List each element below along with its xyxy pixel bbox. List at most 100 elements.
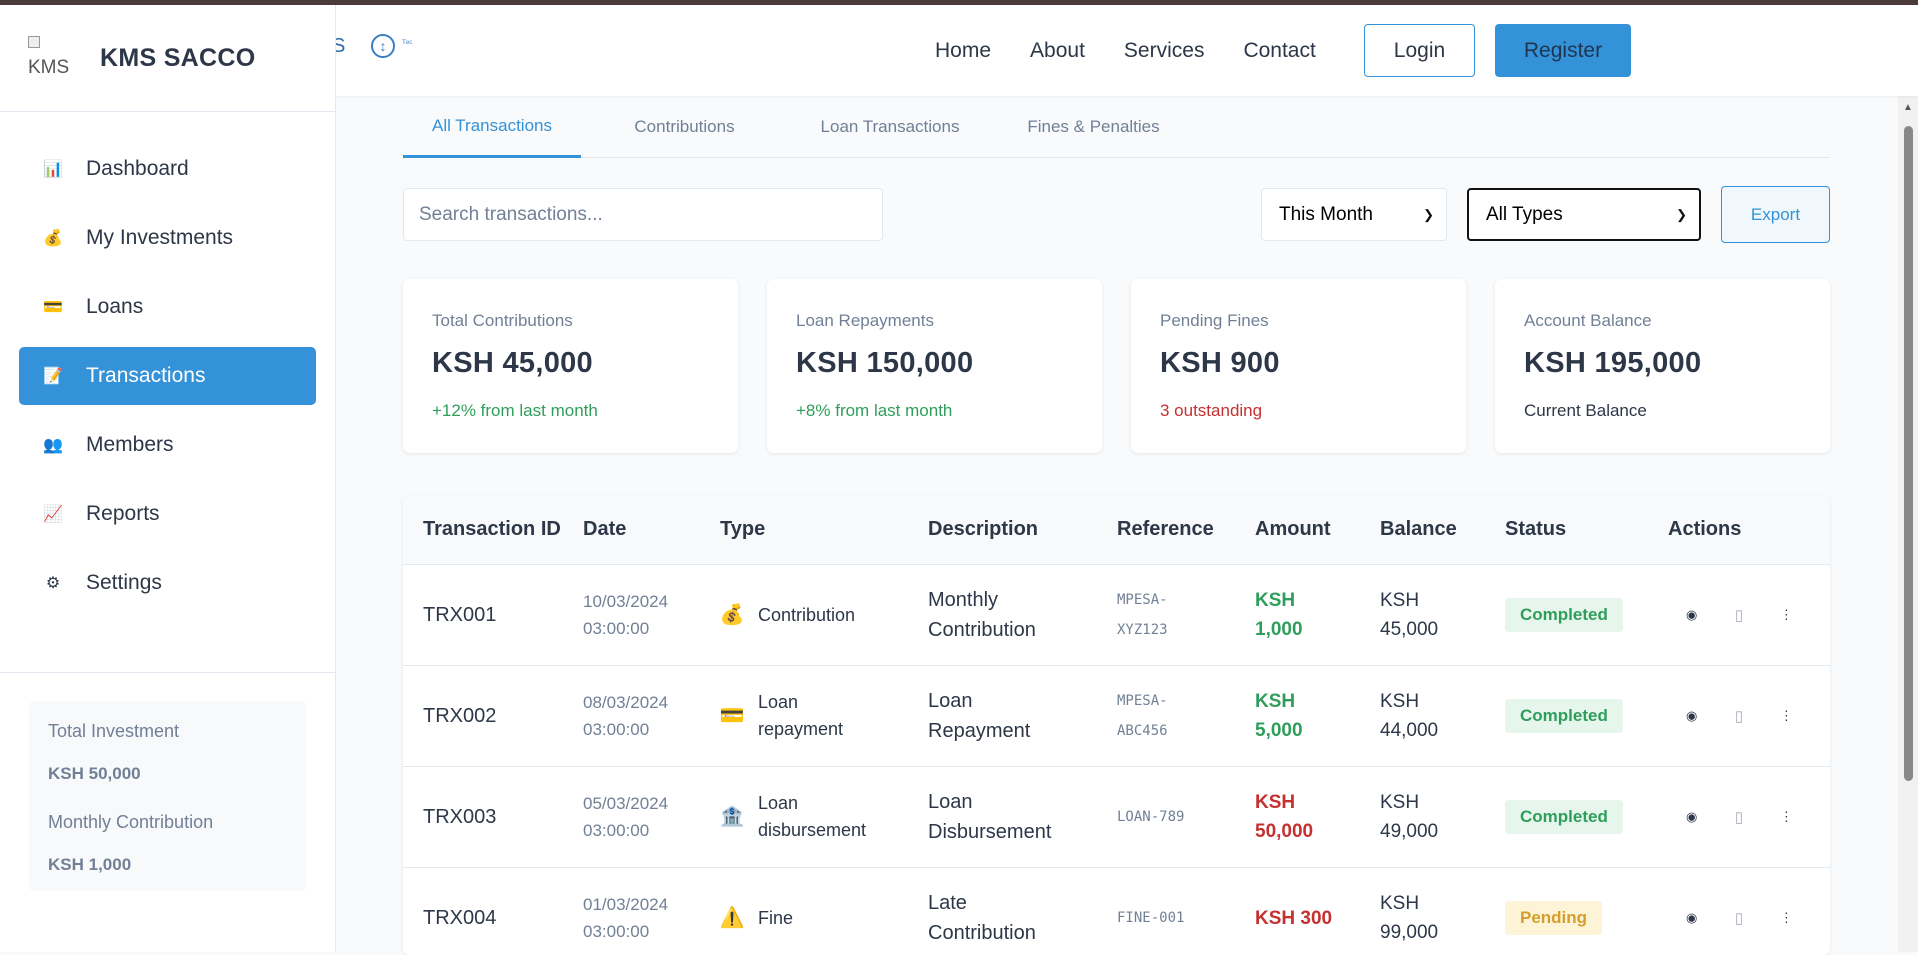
status-badge: Pending [1505, 901, 1603, 935]
table-row: TRX004 01/03/2024 03:00:00 ⚠️ Fine Late Contri… [403, 868, 1830, 955]
total-investment-value: KSH 50,000 [48, 764, 141, 783]
transaction-amount-line: 1,000 [1255, 619, 1303, 640]
transaction-type-label-line: Loan [758, 793, 799, 813]
nav-services[interactable]: Services [1124, 39, 1205, 63]
transaction-reference-line: ABC456 [1117, 723, 1168, 739]
transaction-description: Loan Repayment [928, 686, 1117, 746]
transaction-amount-line: 5,000 [1255, 720, 1303, 741]
sidebar-item-reports[interactable]: 📈 Reports [19, 485, 316, 543]
transaction-id: TRX004 [423, 906, 497, 929]
register-button[interactable]: Register [1495, 24, 1631, 77]
table-header: Transaction ID Date Type Description Ref… [403, 495, 1830, 565]
credit-card-icon: 💳 [43, 299, 63, 316]
row-actions: ◉ ▯ ⋮ [1668, 606, 1810, 624]
sidebar-item-label: Reports [86, 502, 160, 525]
top-header: S ↕ ᵀᵉᶜ Home About Services Contact Logi… [332, 5, 1918, 96]
sidebar-item-my-investments[interactable]: 💰 My Investments [19, 209, 316, 267]
transaction-reference-line: LOAN-789 [1117, 809, 1185, 825]
document-icon[interactable]: ▯ [1715, 909, 1762, 927]
sidebar-item-members[interactable]: 👥 Members [19, 416, 316, 474]
column-header: Actions [1668, 518, 1742, 540]
transaction-balance: KSH 49,000 [1380, 788, 1505, 846]
table-body: TRX001 10/03/2024 03:00:00 💰 Contribution Mon… [403, 565, 1830, 955]
stat-card-label: Loan Repayments [796, 311, 934, 330]
eye-icon[interactable]: ◉ [1668, 809, 1715, 825]
stat-card-value: KSH 45,000 [432, 347, 593, 379]
nav-contact[interactable]: Contact [1243, 39, 1315, 63]
type-select[interactable]: All Types ❯ [1467, 188, 1701, 241]
sidebar-item-label: Members [86, 433, 174, 456]
bank-icon: 🏦 [719, 805, 745, 828]
trend-chart-icon: 📈 [43, 506, 63, 523]
transaction-reference: FINE-001 [1117, 903, 1255, 933]
transaction-type-label-line: Loan [758, 692, 799, 712]
transaction-date: 05/03/2024 03:00:00 [583, 790, 720, 844]
stat-card-value: KSH 150,000 [796, 347, 974, 379]
transaction-balance-line: KSH [1380, 792, 1420, 813]
stat-card-value: KSH 900 [1160, 347, 1280, 379]
eye-icon[interactable]: ◉ [1668, 910, 1715, 926]
type-select-value: All Types [1486, 203, 1563, 225]
sidebar-item-transactions[interactable]: 📝 Transactions [19, 347, 316, 405]
transaction-description-line: Repayment [928, 720, 1031, 742]
transaction-type-label: Fine [758, 905, 793, 932]
transaction-amount-line: KSH [1255, 792, 1296, 813]
sidebar-item-label: My Investments [86, 226, 234, 249]
transaction-date-line: 05/03/2024 [583, 794, 669, 813]
transaction-reference-line: MPESA- [1117, 592, 1168, 608]
eye-icon[interactable]: ◉ [1668, 607, 1715, 623]
tab-loan-transactions[interactable]: Loan Transactions [788, 96, 992, 158]
more-icon[interactable]: ⋮ [1763, 809, 1810, 825]
sidebar-item-label: Transactions [86, 364, 206, 387]
login-button[interactable]: Login [1364, 24, 1475, 77]
tab-fines-penalties[interactable]: Fines & Penalties [992, 96, 1195, 158]
transaction-date-line: 03:00:00 [583, 922, 650, 941]
document-icon[interactable]: ▯ [1715, 606, 1762, 624]
export-button[interactable]: Export [1721, 186, 1830, 243]
brand-logo-alt: KMS [28, 57, 70, 78]
document-icon[interactable]: ▯ [1715, 808, 1762, 826]
eye-icon[interactable]: ◉ [1668, 708, 1715, 724]
more-icon[interactable]: ⋮ [1763, 607, 1810, 623]
monthly-contribution-value: KSH 1,000 [48, 855, 132, 874]
transaction-description: Late Contribution [928, 888, 1117, 948]
status-badge: Completed [1505, 699, 1623, 733]
nav-home[interactable]: Home [935, 39, 991, 63]
transaction-type-label-line: disbursement [758, 820, 867, 840]
scrollbar[interactable]: ▲ [1898, 96, 1918, 952]
tab-all-transactions[interactable]: All Transactions [403, 96, 581, 158]
transaction-type: 💳 Loan repayment [720, 689, 928, 743]
transaction-date-line: 08/03/2024 [583, 693, 669, 712]
transaction-balance-line: 99,000 [1380, 922, 1439, 943]
scroll-thumb[interactable] [1904, 126, 1913, 781]
transaction-balance-line: KSH [1380, 590, 1420, 611]
column-header: Balance [1380, 518, 1457, 540]
period-select[interactable]: This Month ❯ [1261, 188, 1447, 241]
scroll-up-icon[interactable]: ▲ [1903, 102, 1913, 113]
transaction-description-line: Late [928, 892, 967, 914]
column-header: Transaction ID [423, 518, 561, 540]
tab-contributions[interactable]: Contributions [581, 96, 788, 158]
transaction-amount: KSH 5,000 [1255, 687, 1380, 745]
memo-icon: 📝 [43, 368, 63, 385]
brand-name: KMS SACCO [100, 43, 256, 72]
total-investment-label: Total Investment [48, 721, 180, 741]
more-icon[interactable]: ⋮ [1763, 708, 1810, 724]
transaction-balance-line: KSH [1380, 893, 1420, 914]
search-input[interactable] [403, 188, 883, 241]
header-icon-text: ᵀᵉᶜ [402, 38, 413, 48]
transaction-type-label: Loan repayment [758, 689, 843, 743]
transaction-date: 10/03/2024 03:00:00 [583, 588, 720, 642]
sidebar-item-loans[interactable]: 💳 Loans [19, 278, 316, 336]
sidebar-item-dashboard[interactable]: 📊 Dashboard [19, 140, 316, 198]
sidebar-summary: Total Investment KSH 50,000 Monthly Cont… [0, 672, 335, 891]
column-header: Status [1505, 518, 1567, 540]
more-icon[interactable]: ⋮ [1763, 910, 1810, 926]
table-row: TRX003 05/03/2024 03:00:00 🏦 Loan disbursemen… [403, 767, 1830, 868]
document-icon[interactable]: ▯ [1715, 707, 1762, 725]
sidebar-item-settings[interactable]: ⚙ Settings [19, 554, 316, 612]
stat-card-label: Pending Fines [1160, 311, 1269, 330]
transaction-amount-line: KSH [1255, 590, 1296, 611]
nav-about[interactable]: About [1030, 39, 1085, 63]
main-content: All Transactions Contributions Loan Tran… [336, 96, 1898, 955]
